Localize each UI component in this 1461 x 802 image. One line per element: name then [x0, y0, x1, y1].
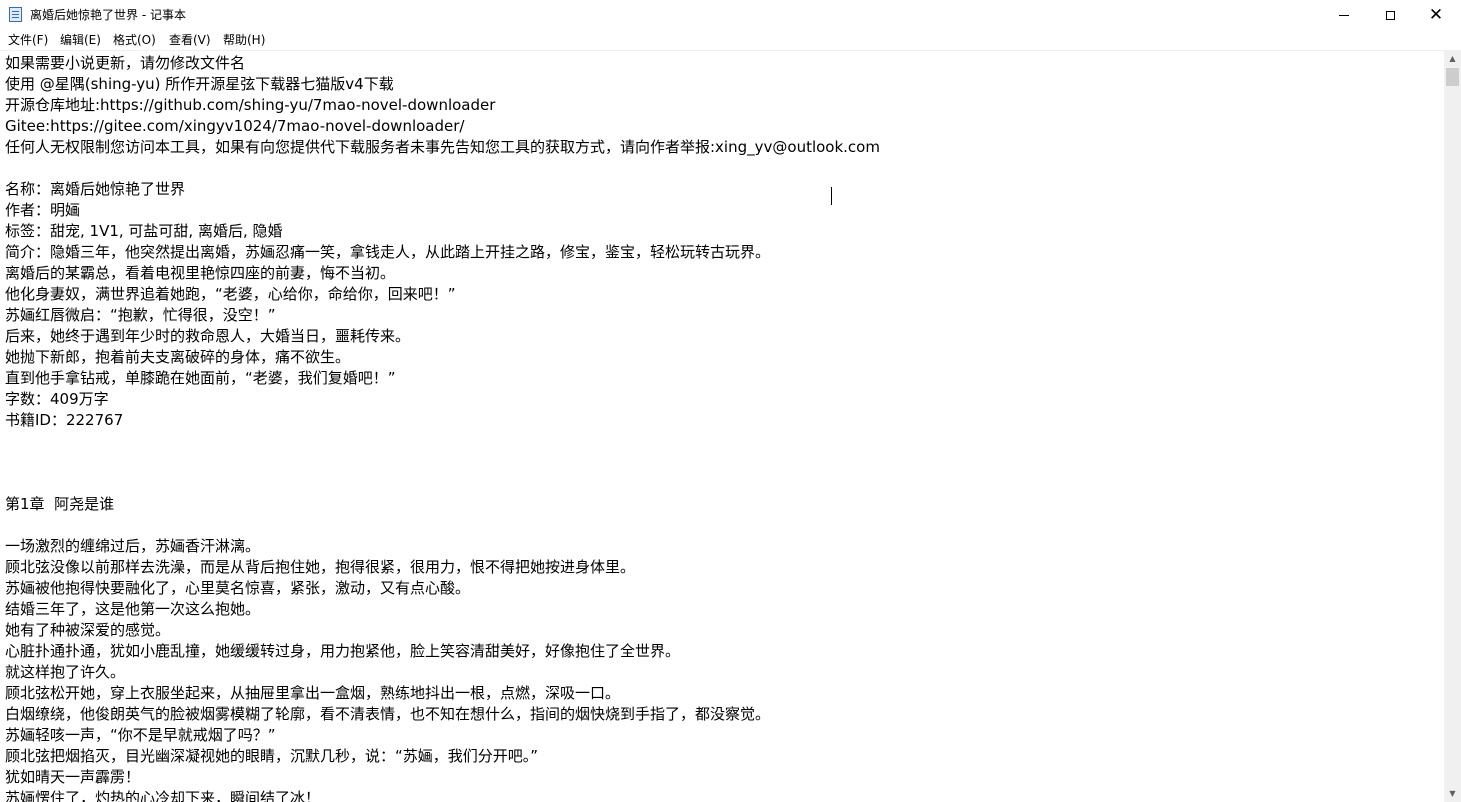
text-line: 直到他手拿钻戒，单膝跪在她面前，“老婆，我们复婚吧！”	[5, 369, 396, 387]
text-line: 结婚三年了，这是他第一次这么抱她。	[5, 600, 261, 618]
text-line: 顾北弦没像以前那样去洗澡，而是从背后抱住她，抱得很紧，很用力，恨不得把她按进身体…	[5, 558, 636, 576]
menu-help[interactable]: 帮助(H)	[221, 32, 267, 48]
text-line: 任何人无权限制您访问本工具，如果有向您提供代下载服务者未事先告知您工具的获取方式…	[5, 138, 880, 156]
text-line: 白烟缭绕，他俊朗英气的脸被烟雾模糊了轮廓，看不清表情，也不知在想什么，指间的烟快…	[5, 705, 771, 723]
text-line: 他化身妻奴，满世界追着她跑，“老婆，心给你，命给你，回来吧！”	[5, 285, 456, 303]
text-line: 一场激烈的缠绵过后，苏婳香汗淋漓。	[5, 537, 261, 555]
text-line: 苏婳愣住了，灼热的心冷却下来，瞬间结了冰！	[5, 789, 321, 802]
text-editor[interactable]: 如果需要小说更新，请勿修改文件名 使用 @星隅(shing-yu) 所作开源星弦…	[0, 50, 1444, 802]
menu-file[interactable]: 文件(F)	[6, 32, 50, 48]
text-line: 作者：明婳	[5, 201, 81, 219]
menu-view[interactable]: 查看(V)	[167, 32, 213, 48]
text-line: 苏婳被他抱得快要融化了，心里莫名惊喜，紧张，激动，又有点心酸。	[5, 579, 471, 597]
text-line: 离婚后的某霸总，看着电视里艳惊四座的前妻，悔不当初。	[5, 264, 396, 282]
text-line: 使用 @星隅(shing-yu) 所作开源星弦下载器七猫版v4下载	[5, 75, 394, 93]
text-line: 如果需要小说更新，请勿修改文件名	[5, 54, 246, 72]
window-title: 离婚后她惊艳了世界 - 记事本	[30, 8, 186, 22]
text-line: 后来，她终于遇到年少时的救命恩人，大婚当日，噩耗传来。	[5, 327, 411, 345]
close-icon: ✕	[1428, 4, 1444, 25]
text-line: 苏婳轻咳一声，“你不是早就戒烟了吗？”	[5, 726, 276, 744]
text-line: 书籍ID：222767	[5, 411, 124, 429]
text-line: 开源仓库地址:https://github.com/shing-yu/7mao-…	[5, 96, 496, 114]
text-line: 名称：离婚后她惊艳了世界	[5, 180, 186, 198]
menu-bar: 文件(F) 编辑(E) 格式(O) 查看(V) 帮助(H)	[0, 30, 1461, 50]
minimize-button[interactable]	[1321, 0, 1367, 30]
text-caret	[831, 187, 832, 205]
text-line: 苏婳红唇微启：“抱歉，忙得很，没空！”	[5, 306, 276, 324]
maximize-icon	[1385, 10, 1395, 20]
notepad-icon	[9, 7, 22, 22]
menu-edit[interactable]: 编辑(E)	[58, 32, 103, 48]
text-line: 犹如晴天一声霹雳！	[5, 768, 141, 786]
text-line: 简介：隐婚三年，他突然提出离婚，苏婳忍痛一笑，拿钱走人，从此踏上开挂之路，修宝，…	[5, 243, 771, 261]
scroll-down-arrow-icon[interactable]: ▼	[1444, 785, 1461, 802]
title-bar[interactable]: 离婚后她惊艳了世界 - 记事本 ✕	[0, 0, 1461, 30]
text-line: 就这样抱了许久。	[5, 663, 126, 681]
maximize-button[interactable]	[1367, 0, 1413, 30]
text-line: 字数：409万字	[5, 390, 109, 408]
scroll-thumb[interactable]	[1446, 68, 1459, 86]
scroll-up-arrow-icon[interactable]: ▲	[1444, 50, 1461, 67]
text-line: Gitee:https://gitee.com/xingyv1024/7mao-…	[5, 117, 465, 135]
text-line: 心脏扑通扑通，犹如小鹿乱撞，她缓缓转过身，用力抱紧他，脸上笑容清甜美好，好像抱住…	[5, 642, 681, 660]
text-line: 标签：甜宠, 1V1, 可盐可甜, 离婚后, 隐婚	[5, 222, 283, 240]
text-line: 顾北弦把烟掐灭，目光幽深凝视她的眼睛，沉默几秒，说：“苏婳，我们分开吧。”	[5, 747, 539, 765]
chapter-heading: 第1章 阿尧是谁	[5, 495, 115, 513]
text-line: 她抛下新郎，抱着前夫支离破碎的身体，痛不欲生。	[5, 348, 351, 366]
close-button[interactable]: ✕	[1413, 0, 1459, 30]
vertical-scrollbar[interactable]: ▲ ▼	[1444, 50, 1461, 802]
minimize-icon	[1339, 14, 1349, 16]
text-line: 顾北弦松开她，穿上衣服坐起来，从抽屉里拿出一盒烟，熟练地抖出一根，点燃，深吸一口…	[5, 684, 621, 702]
menu-format[interactable]: 格式(O)	[111, 32, 158, 48]
text-line: 她有了种被深爱的感觉。	[5, 621, 171, 639]
